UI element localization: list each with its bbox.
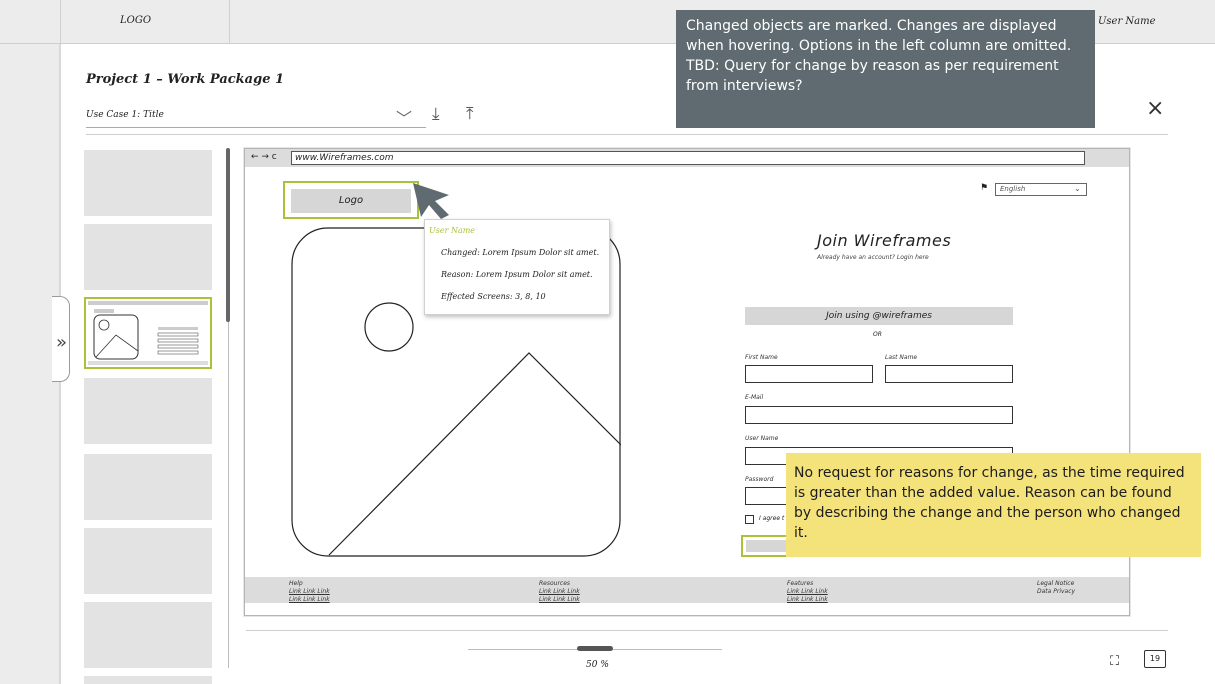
- screen-thumbnail[interactable]: [84, 528, 212, 594]
- screen-thumbnail[interactable]: [84, 676, 212, 684]
- screen-thumbnail[interactable]: [84, 454, 212, 520]
- or-separator: OR: [873, 331, 882, 338]
- cursor-icon: [413, 183, 449, 219]
- join-title: Join Wireframes: [817, 231, 952, 250]
- wireframe-footer: Help Link Link Link Link Link Link Resou…: [245, 577, 1129, 603]
- annotation-note-gray: Changed objects are marked. Changes are …: [676, 10, 1095, 128]
- chevron-down-icon: ﹀: [396, 109, 413, 128]
- footer-links: Link Link Link: [289, 588, 330, 595]
- footer-column-help: Help Link Link Link Link Link Link: [289, 580, 330, 604]
- footer-column-features: Features Link Link Link Link Link Link: [787, 580, 828, 604]
- annotation-note-yellow: No request for reasons for change, as th…: [786, 453, 1201, 557]
- email-label: E-Mail: [745, 394, 764, 401]
- footer-links: Link Link Link: [539, 588, 580, 595]
- chevron-down-icon: ⌄: [1074, 184, 1081, 193]
- upload-icon[interactable]: ⤒: [466, 104, 474, 124]
- footer-heading: Resources: [539, 580, 571, 587]
- wireframe-logo: Logo: [291, 189, 411, 213]
- browser-nav-icons: ← → c: [251, 152, 277, 162]
- use-case-select[interactable]: Use Case 1: Title ﹀: [86, 104, 426, 128]
- browser-bar: ← → c www.Wireframes.com: [245, 149, 1129, 167]
- screen-thumbnail[interactable]: [84, 602, 212, 668]
- left-rail: [0, 44, 60, 684]
- fullscreen-icon[interactable]: ⛶: [1110, 654, 1119, 669]
- email-field: [745, 406, 1013, 424]
- footer-links: Link Link Link: [787, 588, 828, 595]
- language-value: English: [1000, 185, 1026, 193]
- browser-url: www.Wireframes.com: [291, 151, 1085, 165]
- tooltip-screens: Effected Screens: 3, 8, 10: [441, 292, 546, 301]
- bottom-divider: [246, 630, 1168, 631]
- footer-links: Link Link Link: [787, 596, 828, 603]
- footer-heading: Legal Notice: [1037, 580, 1075, 587]
- zoom-slider-handle[interactable]: [577, 646, 613, 651]
- footer-heading: Help: [289, 580, 303, 587]
- footer-heading: Features: [787, 580, 814, 587]
- use-case-value: Use Case 1: Title: [86, 110, 164, 120]
- change-info-tooltip: User Name Changed: Lorem Ipsum Dolor sit…: [424, 219, 610, 315]
- download-icon[interactable]: ⤓: [432, 104, 440, 124]
- zoom-level: 50 %: [586, 660, 609, 670]
- footer-column-resources: Resources Link Link Link Link Link Link: [539, 580, 580, 604]
- user-name-label: User Name: [745, 435, 779, 442]
- footer-links: Data Privacy: [1037, 588, 1076, 595]
- screen-thumbnail-active[interactable]: [84, 297, 212, 369]
- thumbnail-preview: [88, 301, 208, 365]
- last-name-label: Last Name: [885, 354, 918, 361]
- book-icon[interactable]: 19: [1144, 650, 1166, 668]
- expand-panel-icon[interactable]: »: [56, 332, 67, 353]
- login-prompt: Already have an account? Login here: [817, 254, 929, 261]
- submit-button: [746, 540, 788, 552]
- language-select: English ⌄: [995, 183, 1087, 196]
- user-name[interactable]: User Name: [1098, 16, 1156, 27]
- footer-column-legal: Legal Notice Data Privacy: [1037, 580, 1075, 596]
- thumbnails-divider: [228, 322, 229, 668]
- join-using-button: Join using @wireframes: [745, 307, 1013, 325]
- screen-thumbnail[interactable]: [84, 150, 212, 216]
- screen-thumbnail[interactable]: [84, 224, 212, 290]
- tooltip-changed: Changed: Lorem Ipsum Dolor sit amet.: [441, 248, 600, 257]
- footer-links: Link Link Link: [539, 596, 580, 603]
- close-icon[interactable]: ×: [1146, 96, 1164, 121]
- screen-thumbnail[interactable]: [84, 378, 212, 444]
- agree-label: I agree t: [759, 515, 785, 522]
- flag-icon: ⚑: [980, 183, 989, 193]
- thumbnails-scrollbar[interactable]: [226, 148, 230, 322]
- password-label: Password: [745, 476, 774, 483]
- first-name-field: [745, 365, 873, 383]
- project-title: Project 1 – Work Package 1: [86, 72, 285, 87]
- app-logo[interactable]: LOGO: [120, 15, 151, 26]
- footer-links: Link Link Link: [289, 596, 330, 603]
- first-name-label: First Name: [745, 354, 778, 361]
- agree-checkbox: [745, 515, 754, 524]
- header-divider: [86, 134, 1168, 135]
- changed-logo-highlight[interactable]: Logo: [283, 181, 419, 219]
- tooltip-reason: Reason: Lorem Ipsum Dolor sit amet.: [441, 270, 593, 279]
- tooltip-user-name: User Name: [429, 226, 476, 235]
- last-name-field: [885, 365, 1013, 383]
